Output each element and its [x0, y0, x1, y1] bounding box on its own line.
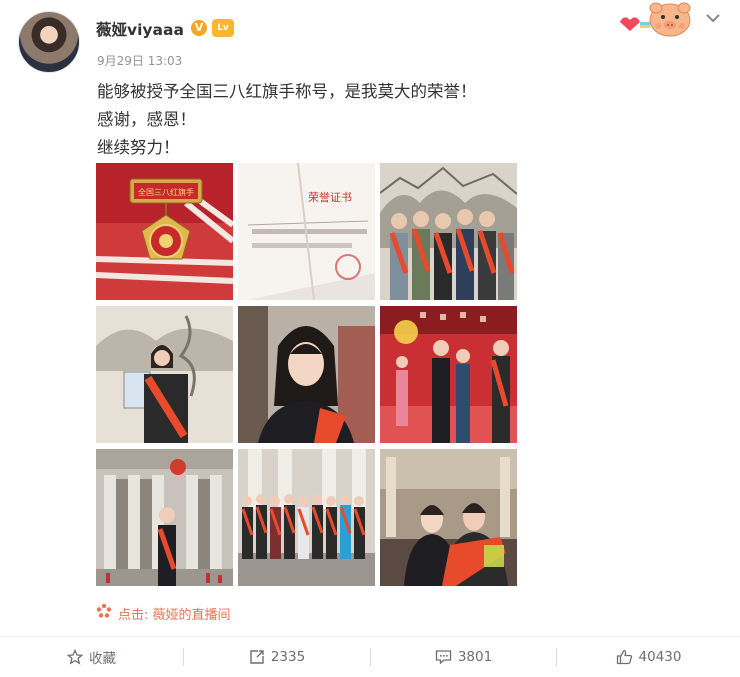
comment-count: 3801 [457, 649, 493, 665]
weibo-post-card: 薇娅viyaaa V Lv 9月29日 13:03 能够被授予全国三八红旗手称号… [0, 0, 740, 677]
username[interactable]: 薇娅viyaaa [96, 18, 184, 40]
comment-icon [435, 650, 451, 665]
like-count: 40430 [638, 649, 682, 665]
favorite-button[interactable]: 收藏 [0, 637, 183, 677]
live-room-link[interactable]: 点击: 薇娅的直播间 [118, 604, 231, 623]
thumbs-up-icon [616, 649, 632, 665]
closeup-photo[interactable] [238, 306, 375, 443]
group-line-photo[interactable] [238, 449, 375, 586]
post-timestamp[interactable]: 9月29日 13:03 [97, 52, 182, 69]
like-button[interactable]: 40430 [557, 637, 740, 677]
post-text-line: 感谢，感恩！ [97, 110, 196, 129]
repost-icon [250, 650, 264, 664]
certificate-photo[interactable]: 荣誉证书 [238, 163, 375, 300]
favorite-label: 收藏 [89, 651, 116, 667]
repost-count: 2335 [270, 649, 306, 665]
portrait-photo[interactable] [96, 306, 233, 443]
star-icon [67, 649, 83, 665]
pig-sticker-icon [620, 2, 691, 37]
great-hall-photo[interactable] [96, 449, 233, 586]
verified-badge-icon: V [191, 20, 207, 36]
post-text-line: 继续努力！ [97, 138, 180, 157]
avatar[interactable] [18, 11, 80, 73]
medal-label: 全国三八红旗手 [138, 187, 194, 197]
level-badge-icon: Lv [212, 19, 234, 37]
post-text-line: 能够被授予全国三八红旗手称号，是我莫大的荣誉！ [97, 82, 477, 101]
medal-photo[interactable]: 全国三八红旗手 [96, 163, 233, 300]
live-icon [96, 603, 112, 618]
group-photo[interactable] [380, 163, 517, 300]
chevron-down-icon[interactable] [703, 8, 723, 28]
ceremony-photo[interactable] [380, 306, 517, 443]
comment-button[interactable]: 3801 [371, 637, 556, 677]
repost-button[interactable]: 2335 [184, 637, 370, 677]
certificate-title: 荣誉证书 [308, 190, 352, 204]
hall-selfie-photo[interactable] [380, 449, 517, 586]
